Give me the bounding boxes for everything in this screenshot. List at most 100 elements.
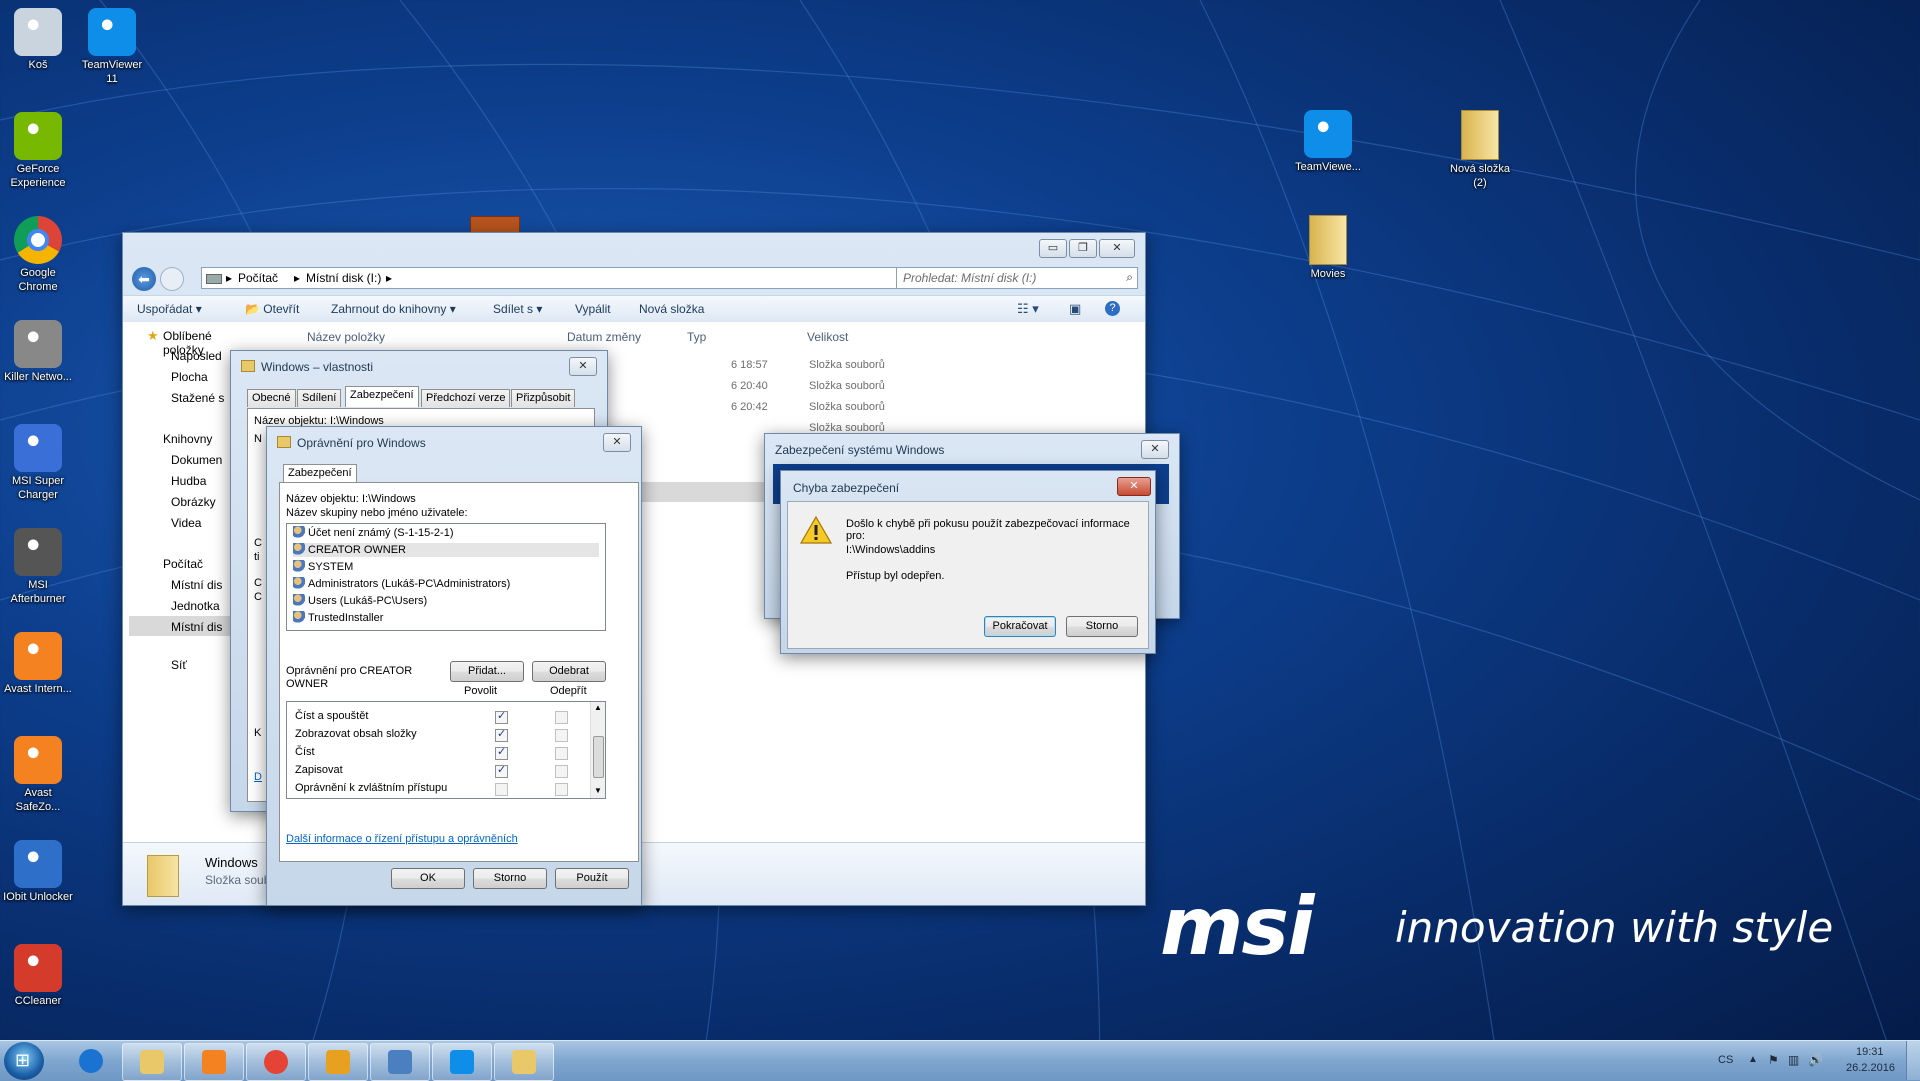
breadcrumb-computer[interactable]: Počítač (238, 271, 278, 285)
continue-button[interactable]: Pokračovat (984, 616, 1056, 637)
maximize-button[interactable]: ❐ (1069, 239, 1097, 258)
add-button[interactable]: Přidat... (450, 661, 524, 682)
column-type[interactable]: Typ (687, 330, 706, 344)
allow-checkbox[interactable] (495, 709, 508, 724)
deny-checkbox[interactable] (555, 783, 568, 796)
back-button[interactable]: ⬅ (132, 267, 156, 291)
desktop-icon-9[interactable]: IObit Unlocker (2, 840, 74, 904)
language-indicator[interactable]: CS (1718, 1054, 1733, 1066)
search-input[interactable]: Prohledat: Místní disk (I:) ⌕ (896, 267, 1138, 289)
volume-icon[interactable]: 🔊 (1808, 1053, 1823, 1067)
column-date[interactable]: Datum změny (567, 330, 641, 344)
nav-recent[interactable]: Naposled (171, 349, 222, 363)
nav-network[interactable]: Síť (171, 658, 187, 672)
taskbar-button[interactable] (246, 1043, 306, 1081)
breadcrumb-drive[interactable]: Místní disk (I:) (306, 271, 381, 285)
address-bar[interactable]: ▸ Počítač ▸ Místní disk (I:) ▸ ▼ ⇄ (201, 267, 981, 289)
cancel-button[interactable]: Storno (1066, 616, 1138, 637)
tab-sharing[interactable]: Sdílení (297, 389, 342, 407)
close-button[interactable]: ✕ (1141, 440, 1169, 459)
close-button[interactable]: ✕ (569, 357, 597, 376)
view-options-icon[interactable]: ☷ ▾ (1017, 301, 1039, 317)
new-folder-button[interactable]: Nová složka (639, 302, 704, 316)
clock-time[interactable]: 19:31 (1856, 1046, 1884, 1058)
close-button[interactable]: ✕ (603, 433, 631, 452)
taskbar-button[interactable] (122, 1043, 182, 1081)
desktop-icon-right-0[interactable]: TeamViewe... (1292, 110, 1364, 174)
user-list-item[interactable]: Administrators (Lukáš-PC\Administrators) (293, 577, 599, 591)
deny-checkbox[interactable] (555, 747, 568, 760)
deny-checkbox[interactable] (555, 765, 568, 778)
network-icon[interactable]: ▥ (1788, 1053, 1799, 1067)
allow-checkbox[interactable] (495, 727, 508, 742)
tab-general[interactable]: Obecné (247, 389, 296, 407)
show-desktop-button[interactable] (1906, 1041, 1920, 1080)
column-size[interactable]: Velikost (807, 330, 848, 344)
scrollbar[interactable]: ▲ ▼ (590, 702, 605, 798)
user-list-item[interactable]: SYSTEM (293, 560, 599, 574)
deny-checkbox[interactable] (555, 729, 568, 742)
nav-music[interactable]: Hudba (171, 474, 206, 488)
desktop-icon-5[interactable]: MSI Super Charger (2, 424, 74, 502)
apply-button[interactable]: Použít (555, 868, 629, 889)
show-hidden-icons[interactable]: ▲ (1748, 1054, 1758, 1065)
user-list[interactable]: Účet není známý (S-1-15-2-1) CREATOR OWNE… (286, 523, 606, 631)
clock-date[interactable]: 26.2.2016 (1846, 1062, 1895, 1074)
desktop-icon-6[interactable]: MSI Afterburner (2, 528, 74, 606)
desktop-icon-0[interactable]: Koš (2, 8, 74, 72)
flag-icon[interactable]: ⚑ (1768, 1053, 1779, 1067)
allow-checkbox[interactable] (495, 783, 508, 796)
desktop-icon-3[interactable]: Google Chrome (2, 216, 74, 294)
nav-downloads[interactable]: Stažené s (171, 391, 224, 405)
taskbar-button[interactable] (432, 1043, 492, 1081)
tab-previous-versions[interactable]: Předchozí verze (421, 389, 511, 407)
taskbar-button[interactable] (62, 1043, 120, 1079)
nav-desktop[interactable]: Plocha (171, 370, 208, 384)
close-button[interactable]: ✕ (1117, 477, 1151, 496)
column-name[interactable]: Název položky (307, 330, 385, 344)
nav-pictures[interactable]: Obrázky (171, 495, 216, 509)
desktop-icon-1[interactable]: TeamViewer 11 (76, 8, 148, 86)
user-list-item[interactable]: Účet není známý (S-1-15-2-1) (293, 526, 599, 540)
open-button[interactable]: 📂 Otevřít (245, 302, 299, 316)
desktop-icon-2[interactable]: GeForce Experience (2, 112, 74, 190)
cancel-button[interactable]: Storno (473, 868, 547, 889)
minimize-button[interactable]: ▭ (1039, 239, 1067, 258)
taskbar-button[interactable] (184, 1043, 244, 1081)
desktop-icon-right-2[interactable]: Movies (1292, 215, 1364, 281)
desktop-icon-10[interactable]: CCleaner (2, 944, 74, 1008)
share-menu[interactable]: Sdílet s ▾ (493, 302, 542, 316)
access-control-help-link[interactable]: Další informace o řízení přístupu a oprá… (286, 833, 518, 845)
nav-local-disk-c[interactable]: Místní dis (171, 578, 222, 592)
deny-checkbox[interactable] (555, 711, 568, 724)
tab-customize[interactable]: Přizpůsobit (511, 389, 576, 407)
nav-videos[interactable]: Videa (171, 516, 201, 530)
start-button[interactable]: ⊞ (4, 1042, 44, 1080)
desktop-icon-right-1[interactable]: Nová složka (2) (1444, 110, 1516, 190)
nav-local-disk-i-selected[interactable]: Místní dis (129, 616, 231, 636)
nav-documents[interactable]: Dokumen (171, 453, 222, 467)
taskbar-button[interactable] (308, 1043, 368, 1081)
desktop-icon-4[interactable]: Killer Netwo... (2, 320, 74, 384)
nav-drive[interactable]: Jednotka (171, 599, 220, 613)
preview-pane-icon[interactable]: ▣ (1069, 301, 1081, 317)
ok-button[interactable]: OK (391, 868, 465, 889)
nav-computer[interactable]: Počítač (163, 557, 203, 571)
organize-menu[interactable]: Uspořádat ▾ (137, 302, 202, 316)
tab-security[interactable]: Zabezpečení (345, 386, 419, 407)
allow-checkbox[interactable] (495, 745, 508, 760)
user-list-item[interactable]: TrustedInstaller (293, 611, 599, 625)
forward-button[interactable] (160, 267, 184, 291)
desktop-icon-7[interactable]: Avast Intern... (2, 632, 74, 696)
remove-button[interactable]: Odebrat (532, 661, 606, 682)
taskbar-button[interactable] (370, 1043, 430, 1081)
include-library-menu[interactable]: Zahrnout do knihovny ▾ (331, 302, 456, 316)
taskbar-button[interactable] (494, 1043, 554, 1081)
nav-libraries[interactable]: Knihovny (163, 432, 212, 446)
allow-checkbox[interactable] (495, 763, 508, 778)
help-icon[interactable]: ? (1105, 301, 1120, 316)
user-list-item[interactable]: Users (Lukáš-PC\Users) (293, 594, 599, 608)
desktop-icon-8[interactable]: Avast SafeZo... (2, 736, 74, 814)
burn-button[interactable]: Vypálit (575, 302, 611, 316)
close-button[interactable]: ✕ (1099, 239, 1135, 258)
